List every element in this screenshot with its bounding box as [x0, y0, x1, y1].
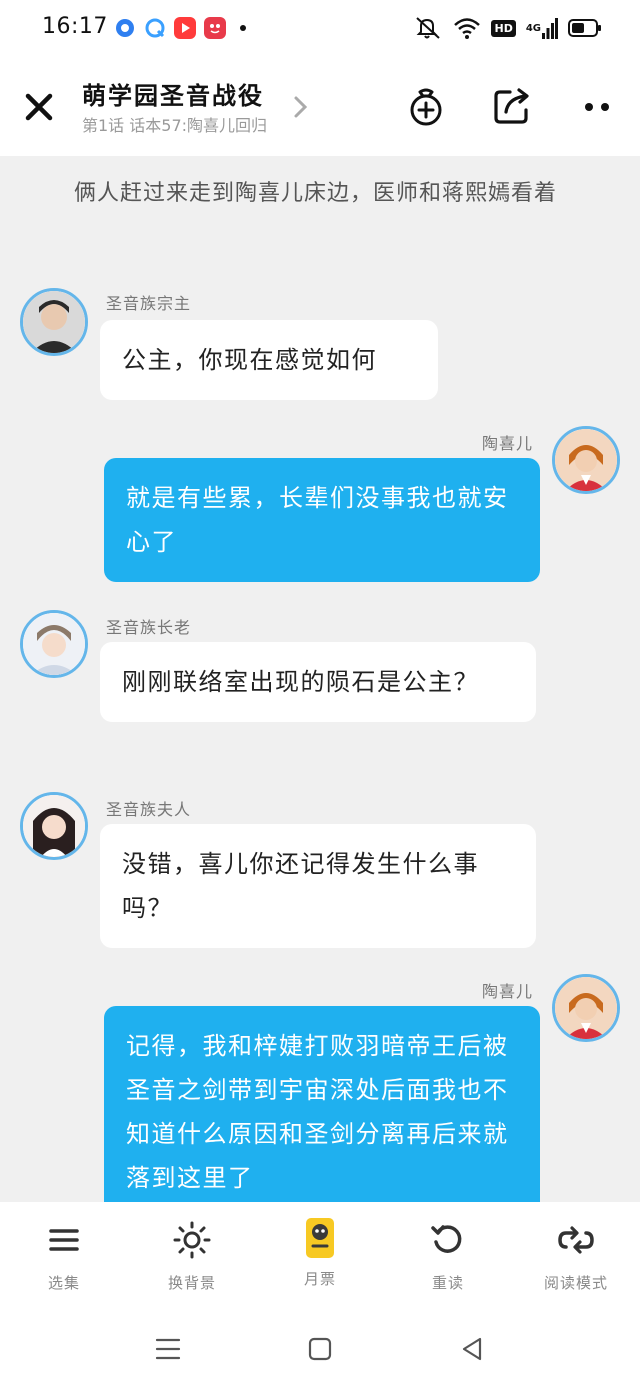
more-icon [585, 103, 609, 111]
share-button[interactable] [492, 86, 532, 126]
menu-lines-icon [155, 1338, 181, 1360]
menu-icon [44, 1220, 84, 1260]
signal-icon: 4G [526, 16, 558, 40]
avatar[interactable] [552, 974, 620, 1042]
more-notifications-dot [240, 25, 246, 31]
message-bubble[interactable]: 公主，你现在感觉如何 [100, 320, 438, 400]
toolbar-label: 重读 [431, 1274, 464, 1292]
message-bubble[interactable]: 就是有些累，长辈们没事我也就安心了 [104, 458, 540, 582]
avatar[interactable] [552, 426, 620, 494]
speaker-name: 陶喜儿 [482, 434, 534, 453]
avatar[interactable] [20, 610, 88, 678]
video-app-icon [174, 17, 196, 39]
message-bubble[interactable]: 没错，喜儿你还记得发生什么事吗？ [100, 824, 536, 948]
bag-plus-icon [410, 88, 442, 126]
more-button[interactable] [578, 86, 618, 126]
status-bar: 16:17 HD 4G [0, 0, 640, 56]
add-bookmark-button[interactable] [406, 86, 446, 126]
wifi-icon [453, 16, 481, 40]
back-triangle-icon [462, 1337, 482, 1361]
home-button[interactable] [305, 1334, 335, 1364]
mute-icon [415, 16, 443, 40]
sun-icon [172, 1220, 212, 1260]
ticket-icon [300, 1216, 340, 1260]
status-time: 16:17 [42, 14, 108, 39]
story-title[interactable]: 萌学园圣音战役 [82, 76, 264, 111]
close-icon [25, 93, 53, 121]
toolbar-label: 阅读模式 [543, 1274, 608, 1292]
share-icon [494, 88, 529, 124]
hd-icon: HD [491, 16, 516, 40]
reading-mode-button[interactable]: 阅读模式 [512, 1202, 640, 1310]
status-indicators: HD 4G [415, 16, 602, 40]
chapter-subtitle[interactable]: 第1话 话本57:陶喜儿回归 [82, 112, 267, 136]
recent-apps-button[interactable] [153, 1334, 183, 1364]
close-button[interactable] [22, 90, 56, 124]
monthly-ticket-button[interactable]: 月票 [256, 1202, 384, 1310]
narration-text: 俩人赶过来走到陶喜儿床边，医师和蒋熙嫣看着 [74, 181, 558, 206]
toolbar-label: 选集 [47, 1274, 80, 1292]
chapter-list-button[interactable]: 选集 [0, 1202, 128, 1310]
app-notification-icon [114, 17, 136, 39]
avatar[interactable] [20, 288, 88, 356]
notification-icons [114, 17, 246, 39]
battery-icon [568, 16, 602, 40]
toolbar-label: 换背景 [167, 1274, 216, 1292]
shopping-app-icon [204, 17, 226, 39]
message-bubble[interactable]: 记得，我和梓婕打败羽暗帝王后被圣音之剑带到宇宙深处后面我也不知道什么原因和圣剑分… [104, 1006, 540, 1202]
loop-icon [556, 1220, 596, 1260]
change-background-button[interactable]: 换背景 [128, 1202, 256, 1310]
speaker-name: 圣音族长老 [106, 618, 192, 637]
toolbar-label: 月票 [303, 1270, 336, 1288]
reread-button[interactable]: 重读 [384, 1202, 512, 1310]
chat-area[interactable]: 俩人赶过来走到陶喜儿床边，医师和蒋熙嫣看着 圣音族宗主 公主，你现在感觉如何 陶… [0, 156, 640, 1202]
header: 萌学园圣音战役 第1话 话本57:陶喜儿回归 [0, 56, 640, 156]
bottom-toolbar: 选集 换背景 月票 重读 阅读模式 [0, 1202, 640, 1310]
speaker-name: 圣音族夫人 [106, 800, 192, 819]
back-button[interactable] [458, 1334, 488, 1364]
system-navigation-bar [0, 1310, 640, 1387]
speaker-name: 陶喜儿 [482, 982, 534, 1001]
chevron-right-icon[interactable] [292, 94, 310, 120]
undo-icon [428, 1220, 468, 1260]
avatar[interactable] [20, 792, 88, 860]
browser-notification-icon [144, 17, 166, 39]
square-icon [308, 1337, 332, 1361]
speaker-name: 圣音族宗主 [106, 294, 192, 313]
message-bubble[interactable]: 刚刚联络室出现的陨石是公主？ [100, 642, 536, 722]
